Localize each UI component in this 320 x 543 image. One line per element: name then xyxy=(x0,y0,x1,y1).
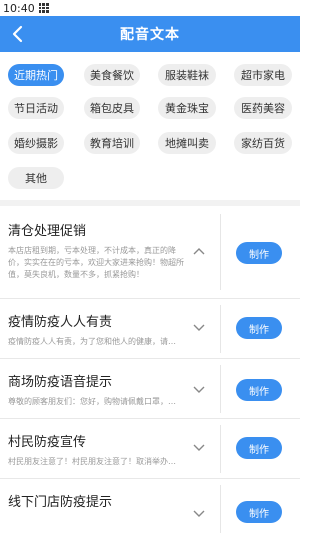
make-button[interactable]: 制作 xyxy=(236,437,282,459)
tag-medicine[interactable]: 医药美容 xyxy=(234,97,292,119)
item-title: 线下门店防疫提示 xyxy=(8,495,113,510)
list-item: 清仓处理促销 本店店租到期，亏本处理，不计成本，真正的降价，实实在在的亏本，欢迎… xyxy=(0,206,300,299)
chevron-down-icon[interactable] xyxy=(192,443,206,453)
chevron-down-icon[interactable] xyxy=(192,323,206,333)
item-title: 疫情防疫人人有责 xyxy=(8,315,113,330)
grid-icon xyxy=(38,3,49,13)
make-button[interactable]: 制作 xyxy=(236,501,282,523)
chevron-down-icon[interactable] xyxy=(192,385,206,395)
tag-recent-hot[interactable]: 近期热门 xyxy=(8,64,64,86)
tag-bags[interactable]: 箱包皮具 xyxy=(84,97,140,119)
make-button[interactable]: 制作 xyxy=(236,317,282,339)
item-description: 疫情防疫人人有责，为了您和他人的健康，请… xyxy=(8,337,176,346)
status-time: 10:40 xyxy=(3,1,35,15)
item-title: 村民防疫宣传 xyxy=(8,435,87,450)
tag-education[interactable]: 教育培训 xyxy=(84,132,140,154)
tag-jewelry[interactable]: 黄金珠宝 xyxy=(158,97,216,119)
tag-clothing[interactable]: 服装鞋袜 xyxy=(158,64,216,86)
app-bar: 配音文本 xyxy=(0,16,300,52)
item-description: 村民朋友注意了！村民朋友注意了！取消举办… xyxy=(8,457,176,466)
item-title: 清仓处理促销 xyxy=(8,224,87,239)
list-item: 线下门店防疫提示 制作 xyxy=(0,479,300,539)
list-item: 商场防疫语音提示 尊敬的顾客朋友们：您好，购物请佩戴口罩，… 制作 xyxy=(0,359,300,419)
tag-food[interactable]: 美食餐饮 xyxy=(84,64,140,86)
list-item: 村民防疫宣传 村民朋友注意了！村民朋友注意了！取消举办… 制作 xyxy=(0,419,300,479)
chevron-up-icon[interactable] xyxy=(192,246,206,256)
item-description: 尊敬的顾客朋友们：您好，购物请佩戴口罩，… xyxy=(8,397,176,406)
item-title: 商场防疫语音提示 xyxy=(8,375,113,390)
list-item: 疫情防疫人人有责 疫情防疫人人有责，为了您和他人的健康，请… 制作 xyxy=(0,299,300,359)
status-bar: 10:40 xyxy=(0,0,300,16)
tag-home-textiles[interactable]: 家纺百货 xyxy=(234,132,292,154)
item-description: 本店店租到期，亏本处理，不计成本，真正的降价，实实在在的亏本，欢迎大家进来抢购！… xyxy=(8,246,184,279)
tag-festival[interactable]: 节日活动 xyxy=(8,97,64,119)
category-tags: 近期热门 美食餐饮 服装鞋袜 超市家电 节日活动 箱包皮具 黄金珠宝 医药美容 … xyxy=(0,52,300,200)
tag-wedding[interactable]: 婚纱摄影 xyxy=(8,132,64,154)
tag-supermarket[interactable]: 超市家电 xyxy=(234,64,292,86)
text-list: 清仓处理促销 本店店租到期，亏本处理，不计成本，真正的降价，实实在在的亏本，欢迎… xyxy=(0,206,300,539)
make-button[interactable]: 制作 xyxy=(236,242,282,264)
back-arrow-icon[interactable] xyxy=(6,22,30,46)
page-title: 配音文本 xyxy=(120,27,180,43)
tag-other[interactable]: 其他 xyxy=(8,167,64,189)
chevron-down-icon[interactable] xyxy=(192,509,206,519)
make-button[interactable]: 制作 xyxy=(236,379,282,401)
tag-street-vendor[interactable]: 地摊叫卖 xyxy=(158,132,216,154)
